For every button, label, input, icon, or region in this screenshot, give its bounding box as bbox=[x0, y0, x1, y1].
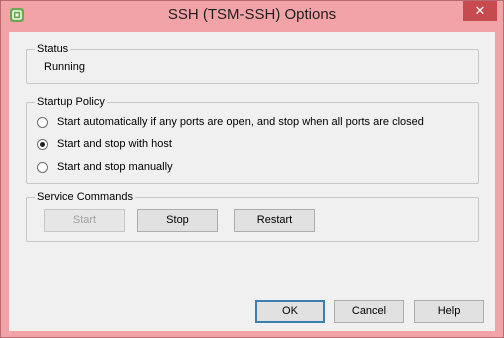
status-group-label: Status bbox=[35, 42, 71, 56]
status-value: Running bbox=[44, 61, 85, 73]
radio-label: Start and stop manually bbox=[57, 161, 173, 173]
radio-option-start-automatically[interactable]: Start automatically if any ports are ope… bbox=[37, 115, 424, 129]
radio-option-start-manually[interactable]: Start and stop manually bbox=[37, 160, 173, 174]
radio-button-unchecked-icon[interactable] bbox=[37, 161, 48, 173]
start-button[interactable]: Start bbox=[44, 209, 125, 232]
radio-option-start-with-host[interactable]: Start and stop with host bbox=[37, 137, 172, 151]
close-button[interactable]: ✕ bbox=[463, 1, 497, 21]
dialog-window: SSH (TSM-SSH) Options ✕ Status Running S… bbox=[0, 0, 504, 338]
cancel-button[interactable]: Cancel bbox=[334, 300, 404, 323]
radio-label: Start and stop with host bbox=[57, 138, 172, 150]
service-commands-group: Service Commands Start Stop Restart bbox=[26, 190, 479, 242]
radio-label: Start automatically if any ports are ope… bbox=[57, 116, 424, 128]
ok-button[interactable]: OK bbox=[255, 300, 325, 323]
startup-policy-group-label: Startup Policy bbox=[35, 95, 107, 109]
help-button[interactable]: Help bbox=[414, 300, 484, 323]
dialog-body: Status Running Startup Policy Start auto… bbox=[9, 32, 495, 331]
radio-button-unchecked-icon[interactable] bbox=[37, 116, 48, 128]
status-group: Status Running bbox=[26, 42, 479, 84]
stop-button[interactable]: Stop bbox=[137, 209, 218, 232]
service-commands-group-label: Service Commands bbox=[35, 190, 135, 204]
startup-policy-group: Startup Policy Start automatically if an… bbox=[26, 95, 479, 184]
title-bar[interactable]: SSH (TSM-SSH) Options ✕ bbox=[1, 1, 503, 32]
restart-button[interactable]: Restart bbox=[234, 209, 315, 232]
window-title: SSH (TSM-SSH) Options bbox=[167, 6, 337, 23]
radio-button-checked-icon[interactable] bbox=[37, 138, 48, 150]
